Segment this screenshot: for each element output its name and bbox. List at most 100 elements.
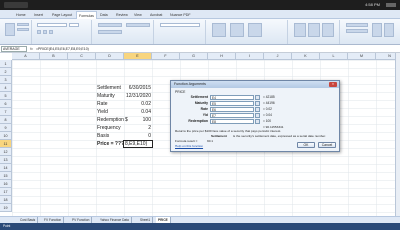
column-header[interactable]: J — [264, 53, 292, 60]
cell-label[interactable]: Yield — [97, 108, 108, 116]
number-format-select[interactable] — [160, 23, 200, 27]
row-header[interactable]: 15 — [0, 172, 12, 180]
cell-label[interactable]: Settlement — [97, 84, 121, 92]
row-header[interactable]: 9 — [0, 124, 12, 132]
row-header[interactable]: 1 — [0, 60, 12, 68]
sort-filter-icon[interactable] — [372, 23, 382, 37]
collapse-dialog-icon[interactable] — [255, 107, 260, 112]
cell-label[interactable]: Frequency — [97, 124, 121, 132]
row-header[interactable]: 4 — [0, 84, 12, 92]
name-box[interactable]: AVERAGE — [1, 46, 27, 52]
column-header[interactable]: L — [320, 53, 348, 60]
tab-page-layout[interactable]: Page Layout — [50, 11, 74, 19]
column-header[interactable]: M — [348, 53, 376, 60]
cell-value[interactable]: 0.04 — [124, 108, 151, 116]
row-header[interactable]: 2 — [0, 68, 12, 76]
cell-value[interactable]: 6/30/2015 — [124, 84, 151, 92]
row-header[interactable]: 11 — [0, 140, 12, 148]
row-header[interactable]: 5 — [0, 92, 12, 100]
collapse-dialog-icon[interactable] — [255, 95, 260, 100]
row-header[interactable]: 6 — [0, 100, 12, 108]
close-icon[interactable]: × — [329, 82, 337, 87]
row-header[interactable]: 12 — [0, 148, 12, 156]
cell-styles-icon[interactable] — [248, 23, 262, 37]
align-icons[interactable] — [98, 23, 122, 27]
row-header[interactable]: 10 — [0, 132, 12, 140]
arg-input-rate[interactable]: E6 — [210, 107, 254, 112]
tab-review[interactable]: Review — [114, 11, 130, 19]
tab-nuance-pdf[interactable]: Nuance PDF — [168, 11, 193, 19]
arg-input-maturity[interactable]: E5 — [210, 101, 254, 106]
format-table-icon[interactable] — [230, 23, 244, 37]
paste-icon[interactable] — [5, 23, 15, 36]
tab-file[interactable] — [6, 11, 10, 19]
collapse-dialog-icon[interactable] — [255, 119, 260, 124]
cell-label[interactable]: Redemption — [97, 116, 124, 124]
cell-label[interactable]: Rate — [97, 100, 108, 108]
cell-value[interactable]: 0.02 — [124, 100, 151, 108]
column-header[interactable]: E — [124, 53, 152, 60]
arg-input-settlement[interactable]: E4 — [210, 95, 254, 100]
column-header[interactable]: I — [236, 53, 264, 60]
tab-home[interactable]: Home — [14, 11, 28, 19]
insert-cells-icon[interactable] — [294, 23, 306, 37]
window-controls[interactable] — [386, 3, 396, 7]
vertical-scrollbar[interactable] — [395, 53, 400, 216]
indent-icons[interactable] — [98, 30, 122, 34]
price-label[interactable]: Price = ??? — [97, 140, 124, 148]
cell-value[interactable]: 12/31/2020 — [124, 92, 151, 100]
column-header[interactable]: B — [40, 53, 68, 60]
column-header[interactable]: F — [152, 53, 180, 60]
column-header[interactable]: A — [12, 53, 40, 60]
collapse-dialog-icon[interactable] — [255, 113, 260, 118]
row-header[interactable]: 7 — [0, 108, 12, 116]
column-header[interactable]: C — [68, 53, 96, 60]
row-header[interactable]: 18 — [0, 196, 12, 204]
cut-icon[interactable] — [17, 23, 29, 26]
insert-function-icon[interactable]: fx — [30, 46, 33, 52]
column-header[interactable]: G — [180, 53, 208, 60]
row-header[interactable]: 19 — [0, 204, 12, 212]
cancel-button[interactable]: Cancel — [318, 142, 336, 148]
fill-icon[interactable] — [346, 29, 368, 33]
dialog-title[interactable]: Function Arguments — [171, 81, 339, 88]
cell-value[interactable]: 100 — [124, 116, 151, 124]
quick-access-toolbar[interactable] — [4, 2, 28, 8]
italic-icon[interactable] — [43, 30, 47, 34]
format-cells-icon[interactable] — [322, 23, 334, 37]
bold-icon[interactable] — [37, 30, 41, 34]
cell-label[interactable]: Basis — [97, 132, 109, 140]
row-header[interactable]: 17 — [0, 188, 12, 196]
font-size-select[interactable] — [69, 23, 79, 27]
tab-acrobat[interactable]: Acrobat — [148, 11, 164, 19]
formula-input[interactable]: =PRICE(E4,E5,E6,E7,E8,E9,E10) — [36, 46, 89, 52]
ok-button[interactable]: OK — [297, 142, 315, 148]
column-header[interactable]: H — [208, 53, 236, 60]
row-header[interactable]: 16 — [0, 180, 12, 188]
column-header[interactable]: D — [96, 53, 124, 60]
tab-data[interactable]: Data — [98, 11, 110, 19]
tab-formulas[interactable]: Formulas — [76, 11, 97, 19]
help-link[interactable]: Help on this function — [175, 144, 203, 148]
wrap-text-button[interactable] — [126, 23, 150, 27]
find-select-icon[interactable] — [384, 23, 394, 37]
arg-input-yld[interactable]: E7 — [210, 113, 254, 118]
cell-value[interactable]: 2 — [124, 124, 151, 132]
cell-value[interactable]: 0 — [124, 132, 151, 140]
font-name-select[interactable] — [37, 23, 67, 27]
column-header[interactable]: K — [292, 53, 320, 60]
row-header[interactable]: 8 — [0, 116, 12, 124]
delete-cells-icon[interactable] — [308, 23, 320, 37]
underline-icon[interactable] — [49, 30, 53, 34]
tab-view[interactable]: View — [132, 11, 144, 19]
active-cell[interactable]: 8,E9,E10) — [123, 140, 153, 148]
cell-label[interactable]: Maturity — [97, 92, 115, 100]
row-header[interactable]: 3 — [0, 76, 12, 84]
row-header[interactable]: 13 — [0, 156, 12, 164]
copy-icon[interactable] — [17, 28, 29, 31]
row-header[interactable]: 14 — [0, 164, 12, 172]
autosum-icon[interactable] — [346, 23, 368, 27]
arg-input-redemption[interactable]: E8 — [210, 119, 254, 124]
conditional-format-icon[interactable] — [212, 23, 226, 37]
collapse-dialog-icon[interactable] — [255, 101, 260, 106]
